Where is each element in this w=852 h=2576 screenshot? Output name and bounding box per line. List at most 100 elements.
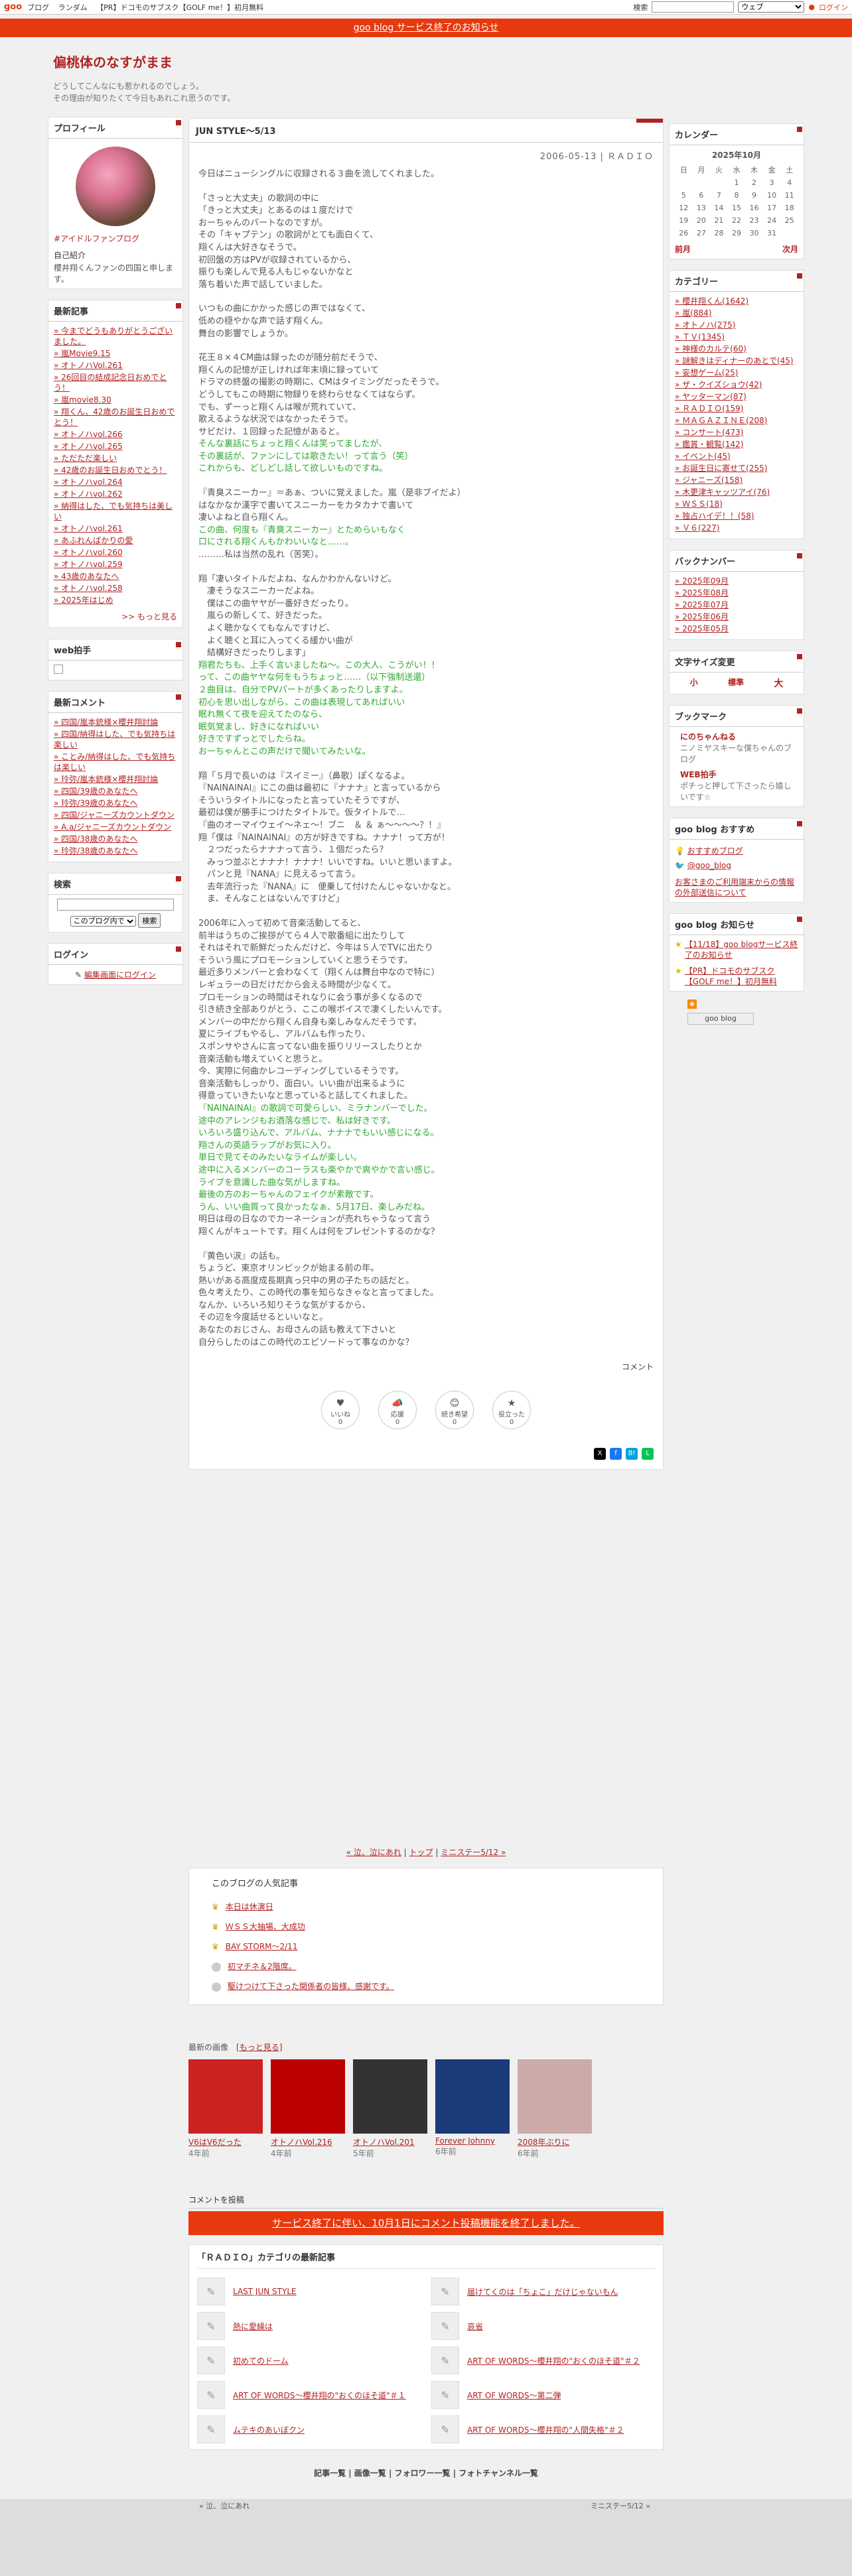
recent-article-link[interactable]: 43歳のあなたへ (54, 572, 119, 581)
thumbnail-image[interactable] (188, 2059, 263, 2134)
recent-article-link[interactable]: 納得はした、でも気持ちは美しい (54, 501, 173, 521)
recent-article-link[interactable]: オトノハvol.259 (54, 560, 123, 569)
category-link[interactable]: 嵐(884) (675, 308, 711, 318)
category-article[interactable]: ✎ 届けてくのは「ちょこ」だけじゃないもん (431, 2277, 655, 2306)
category-link[interactable]: ＴＶ(1345) (675, 332, 725, 342)
category-link[interactable]: ＭＡＧＡＺＩＮＥ(208) (675, 416, 767, 425)
nav-pr[interactable]: 【PR】ドコモのサブスク【GOLF me！】初月無料 (96, 3, 263, 12)
recent-article-link[interactable]: オトノハvol.266 (54, 430, 123, 439)
line-share-icon[interactable]: L (642, 1448, 654, 1460)
category-article-link[interactable]: LAST JUN STYLE (233, 2287, 297, 2296)
thumbnail-caption[interactable]: V6はV6だった (188, 2136, 263, 2148)
category-article[interactable]: ✎ 哀省 (431, 2311, 655, 2341)
recent-comment-link[interactable]: 四国/ジャニーズカウントダウン (54, 810, 175, 820)
category-link[interactable]: ザ・クイズショウ(42) (675, 380, 762, 389)
reaction-button[interactable]: 📣 応援 0 (378, 1391, 417, 1430)
recent-article-link[interactable]: オトノハvol.264 (54, 478, 123, 487)
recent-article-link[interactable]: 今までどうもありがとうございました。 (54, 326, 173, 346)
popular-link[interactable]: BAY STORM～2/11 (226, 1942, 298, 1951)
next-article-link[interactable]: ミニステー5/12 » (441, 1848, 506, 1857)
thumbnail[interactable]: Forever Johnny 6年前 (435, 2059, 510, 2159)
recent-comment-link[interactable]: 四国/39歳のあなたへ (54, 787, 137, 796)
footer-next[interactable]: ミニステー5/12 » (591, 2500, 650, 2511)
thumbnail-caption[interactable]: オトノハVol.216 (271, 2136, 345, 2148)
facebook-share-icon[interactable]: f (610, 1448, 622, 1460)
font-large-button[interactable]: 大 (774, 676, 783, 690)
recent-comment-link[interactable]: 四国/38歳のあなたへ (54, 834, 137, 844)
category-link[interactable]: イベント(45) (675, 452, 731, 461)
category-link[interactable]: ＷＳＳ(18) (675, 499, 723, 509)
notice-link[interactable]: goo blog サービス終了のお知らせ (354, 23, 499, 33)
recent-article-link[interactable]: あふれんばかりの愛 (54, 536, 133, 545)
recent-article-link[interactable]: オトノハvol.265 (54, 442, 123, 451)
backnumber-link[interactable]: 2025年06月 (675, 612, 729, 621)
category-link[interactable]: 独占ハイデ！！(58) (675, 511, 754, 521)
popular-link[interactable]: 本日は休演日 (226, 1902, 273, 1911)
external-info-link[interactable]: お客さまのご利用端末からの情報の外部送信について (675, 877, 794, 897)
backnumber-link[interactable]: 2025年05月 (675, 624, 729, 633)
thumbnail-image[interactable] (353, 2059, 427, 2134)
recent-comment-link[interactable]: 四国/納得はした、でも気持ちは楽しい (54, 730, 175, 749)
thumbnail-caption[interactable]: オトノハVol.201 (353, 2136, 427, 2148)
category-article-link[interactable]: 熱に愛繰は (233, 2321, 273, 2332)
category-article-link[interactable]: ART OF WORDS～櫻井翔の"おくのほそ道"＃２ (467, 2355, 640, 2366)
goo-logo[interactable]: goo (4, 2, 22, 12)
recent-more-link[interactable]: >> もっと見る (48, 611, 182, 627)
footer-prev[interactable]: « 泣、泣にあれ (199, 2500, 249, 2511)
category-link[interactable]: 謎解きはディナーのあとで(45) (675, 356, 794, 365)
blog-search-input[interactable] (57, 899, 174, 911)
category-article[interactable]: ✎ ART OF WORDS～櫻井翔の"人間失格"＃２ (431, 2415, 655, 2444)
category-article[interactable]: ✎ ART OF WORDS～第二弾 (431, 2380, 655, 2410)
bookmark-2-link[interactable]: WEB拍手 (680, 769, 798, 780)
font-small-button[interactable]: 小 (690, 676, 698, 690)
thumbnail-caption[interactable]: 2008年ぶりに (518, 2136, 592, 2148)
profile-tag[interactable]: #アイドルファンブログ (54, 233, 177, 244)
blog-title[interactable]: 偏桃体のなすがまま (53, 52, 451, 71)
category-link[interactable]: ＲＡＤＩＯ(159) (675, 404, 743, 413)
reaction-button[interactable]: ♥ いいね 0 (321, 1391, 360, 1430)
thumbnail-caption[interactable]: Forever Johnny (435, 2136, 510, 2146)
backnumber-link[interactable]: 2025年09月 (675, 576, 729, 586)
comment-link[interactable]: コメント (189, 1361, 663, 1372)
category-article-link[interactable]: ART OF WORDS～櫻井翔の"おくのほそ道"＃１ (233, 2390, 406, 2401)
category-article-link[interactable]: 届けてくのは「ちょこ」だけじゃないもん (467, 2286, 618, 2297)
reaction-button[interactable]: 😊 続き希望 0 (435, 1391, 474, 1430)
thumbnail[interactable]: 2008年ぶりに 6年前 (518, 2059, 592, 2159)
recent-comment-link[interactable]: 四国/嵐本銃様×櫻井翔討論 (54, 718, 158, 727)
search-scope-select[interactable]: このブログ内で (70, 916, 136, 927)
edit-login-link[interactable]: 編集画面にログイン (84, 970, 156, 980)
thumbnail[interactable]: オトノハVol.216 4年前 (271, 2059, 345, 2159)
category-link[interactable]: 神様のカルテ(60) (675, 344, 746, 354)
recent-article-link[interactable]: オトノハvol.261 (54, 524, 123, 533)
prev-article-link[interactable]: « 泣、泣にあれ (346, 1848, 401, 1857)
popular-link[interactable]: ＷＳＳ大抽場、大成功 (226, 1922, 305, 1931)
x-share-icon[interactable]: X (594, 1448, 606, 1460)
recent-article-link[interactable]: オトノハvol.262 (54, 489, 123, 499)
category-article-link[interactable]: ART OF WORDS～第二弾 (467, 2390, 561, 2401)
popular-link[interactable]: 駆けつけて下さった関係者の皆様、感謝です。 (228, 1982, 394, 1991)
category-link[interactable]: コンサート(473) (675, 428, 743, 437)
recent-comment-link[interactable]: 玲弥/嵐本銃様×櫻井翔討論 (54, 775, 158, 784)
category-article-link[interactable]: ムテキのあいぼクン (233, 2424, 305, 2435)
comment-closed-banner[interactable]: サービス終了に伴い、10月1日にコメント投稿機能を終了しました。 (188, 2211, 664, 2235)
category-article[interactable]: ✎ 熱に愛繰は (197, 2311, 421, 2341)
category-link[interactable]: ジャニーズ(158) (675, 476, 743, 485)
category-link[interactable]: 木更津キャッツアイ(76) (675, 487, 770, 497)
news-2-link[interactable]: 【PR】ドコモのサブスク【GOLF me！】初月無料 (685, 966, 798, 987)
backnumber-link[interactable]: 2025年08月 (675, 588, 729, 598)
recommend-blog-link[interactable]: おすすめブログ (687, 846, 743, 856)
popular-link[interactable]: 初マチネ＆2階席。 (228, 1962, 297, 1971)
category-link[interactable]: ヤッターマン(87) (675, 392, 746, 401)
footer-links[interactable]: 記事一覧 | 画像一覧 | フォロワー一覧 | フォトチャンネル一覧 (188, 2467, 664, 2479)
goo-blog-badge[interactable]: goo blog (687, 1013, 754, 1025)
login-link[interactable]: ログイン (819, 2, 848, 13)
thumbnail-image[interactable] (518, 2059, 592, 2134)
category-link[interactable]: 妄想ゲーム(25) (675, 368, 738, 377)
recent-comment-link[interactable]: 玲弥/38歳のあなたへ (54, 846, 137, 856)
category-article-link[interactable]: ART OF WORDS～櫻井翔の"人間失格"＃２ (467, 2424, 624, 2435)
category-article-link[interactable]: 哀省 (467, 2321, 483, 2332)
thumbnail-image[interactable] (435, 2059, 510, 2134)
rss-icon[interactable]: ◉ (687, 999, 697, 1009)
calendar-prev[interactable]: 前月 (675, 243, 691, 255)
article-title[interactable]: JUN STYLE～5/13 (189, 119, 663, 143)
